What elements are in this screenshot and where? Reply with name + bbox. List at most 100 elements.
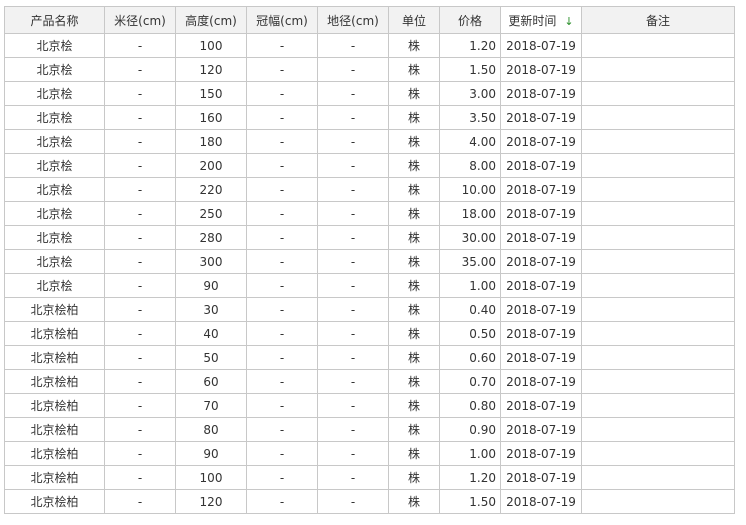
cell-ground: - (317, 273, 389, 298)
cell-unit: 株 (388, 393, 440, 418)
cell-height: 40 (175, 321, 247, 346)
cell-height: 60 (175, 369, 247, 394)
cell-updated: 2018-07-19 (500, 321, 582, 346)
cell-height: 120 (175, 57, 247, 82)
cell-updated: 2018-07-19 (500, 249, 582, 274)
cell-unit: 株 (388, 441, 440, 466)
cell-diameter: - (104, 465, 176, 490)
cell-ground: - (317, 225, 389, 250)
cell-note (581, 369, 735, 394)
cell-ground: - (317, 33, 389, 58)
cell-ground: - (317, 177, 389, 202)
cell-diameter: - (104, 177, 176, 202)
table-row: 北京桧柏 -30- - 株 0.40 2018-07-19 (4, 297, 735, 322)
cell-ground: - (317, 345, 389, 370)
cell-diameter: - (104, 297, 176, 322)
cell-ground: - (317, 249, 389, 274)
cell-note (581, 81, 735, 106)
cell-crown: - (246, 393, 318, 418)
cell-ground: - (317, 465, 389, 490)
cell-note (581, 345, 735, 370)
cell-height: 200 (175, 153, 247, 178)
cell-crown: - (246, 441, 318, 466)
cell-ground: - (317, 201, 389, 226)
cell-price: 3.00 (439, 81, 501, 106)
cell-height: 250 (175, 201, 247, 226)
cell-height: 80 (175, 417, 247, 442)
table-row: 北京桧 -200- - 株 8.00 2018-07-19 (4, 153, 735, 178)
cell-ground: - (317, 417, 389, 442)
sort-down-icon[interactable]: ↓ (564, 15, 573, 28)
cell-ground: - (317, 105, 389, 130)
table-row: 北京桧柏 -100- - 株 1.20 2018-07-19 (4, 465, 735, 490)
cell-unit: 株 (388, 81, 440, 106)
table-row: 北京桧柏 -40- - 株 0.50 2018-07-19 (4, 321, 735, 346)
cell-name: 北京桧柏 (4, 345, 105, 370)
cell-ground: - (317, 57, 389, 82)
cell-updated: 2018-07-19 (500, 201, 582, 226)
cell-updated: 2018-07-19 (500, 345, 582, 370)
cell-diameter: - (104, 225, 176, 250)
header-unit[interactable]: 单位 (388, 6, 440, 34)
cell-name: 北京桧柏 (4, 393, 105, 418)
cell-diameter: - (104, 321, 176, 346)
cell-unit: 株 (388, 201, 440, 226)
price-table: 产品名称 米径(cm) 高度(cm) 冠幅(cm) 地径(cm) 单位 价格 更… (4, 6, 735, 514)
table-row: 北京桧 -300- - 株 35.00 2018-07-19 (4, 249, 735, 274)
cell-updated: 2018-07-19 (500, 441, 582, 466)
cell-note (581, 249, 735, 274)
cell-height: 120 (175, 489, 247, 514)
cell-ground: - (317, 369, 389, 394)
cell-note (581, 129, 735, 154)
cell-updated: 2018-07-19 (500, 417, 582, 442)
cell-price: 0.80 (439, 393, 501, 418)
header-name[interactable]: 产品名称 (4, 6, 105, 34)
cell-updated: 2018-07-19 (500, 129, 582, 154)
cell-name: 北京桧 (4, 153, 105, 178)
table-row: 北京桧柏 -80- - 株 0.90 2018-07-19 (4, 417, 735, 442)
cell-unit: 株 (388, 225, 440, 250)
cell-height: 160 (175, 105, 247, 130)
cell-updated: 2018-07-19 (500, 33, 582, 58)
header-note[interactable]: 备注 (581, 6, 735, 34)
cell-crown: - (246, 129, 318, 154)
cell-price: 0.50 (439, 321, 501, 346)
table-row: 北京桧柏 -60- - 株 0.70 2018-07-19 (4, 369, 735, 394)
cell-updated: 2018-07-19 (500, 81, 582, 106)
header-updated[interactable]: 更新时间 ↓ (500, 6, 582, 34)
cell-price: 4.00 (439, 129, 501, 154)
cell-updated: 2018-07-19 (500, 297, 582, 322)
cell-name: 北京桧 (4, 249, 105, 274)
cell-diameter: - (104, 345, 176, 370)
cell-crown: - (246, 249, 318, 274)
cell-updated: 2018-07-19 (500, 225, 582, 250)
cell-unit: 株 (388, 105, 440, 130)
cell-height: 100 (175, 465, 247, 490)
cell-diameter: - (104, 489, 176, 514)
table-row: 北京桧 -100- - 株 1.20 2018-07-19 (4, 33, 735, 58)
cell-ground: - (317, 441, 389, 466)
table-row: 北京桧 -150- - 株 3.00 2018-07-19 (4, 81, 735, 106)
cell-updated: 2018-07-19 (500, 393, 582, 418)
header-ground[interactable]: 地径(cm) (317, 6, 389, 34)
cell-crown: - (246, 201, 318, 226)
cell-price: 0.90 (439, 417, 501, 442)
cell-crown: - (246, 369, 318, 394)
cell-crown: - (246, 489, 318, 514)
header-crown[interactable]: 冠幅(cm) (246, 6, 318, 34)
cell-diameter: - (104, 249, 176, 274)
cell-updated: 2018-07-19 (500, 177, 582, 202)
header-diameter[interactable]: 米径(cm) (104, 6, 176, 34)
cell-name: 北京桧柏 (4, 489, 105, 514)
header-height[interactable]: 高度(cm) (175, 6, 247, 34)
cell-crown: - (246, 225, 318, 250)
header-price[interactable]: 价格 (439, 6, 501, 34)
table-row: 北京桧 -180- - 株 4.00 2018-07-19 (4, 129, 735, 154)
cell-name: 北京桧柏 (4, 297, 105, 322)
cell-crown: - (246, 465, 318, 490)
cell-note (581, 465, 735, 490)
cell-crown: - (246, 321, 318, 346)
cell-note (581, 417, 735, 442)
table-row: 北京桧柏 -70- - 株 0.80 2018-07-19 (4, 393, 735, 418)
cell-crown: - (246, 81, 318, 106)
